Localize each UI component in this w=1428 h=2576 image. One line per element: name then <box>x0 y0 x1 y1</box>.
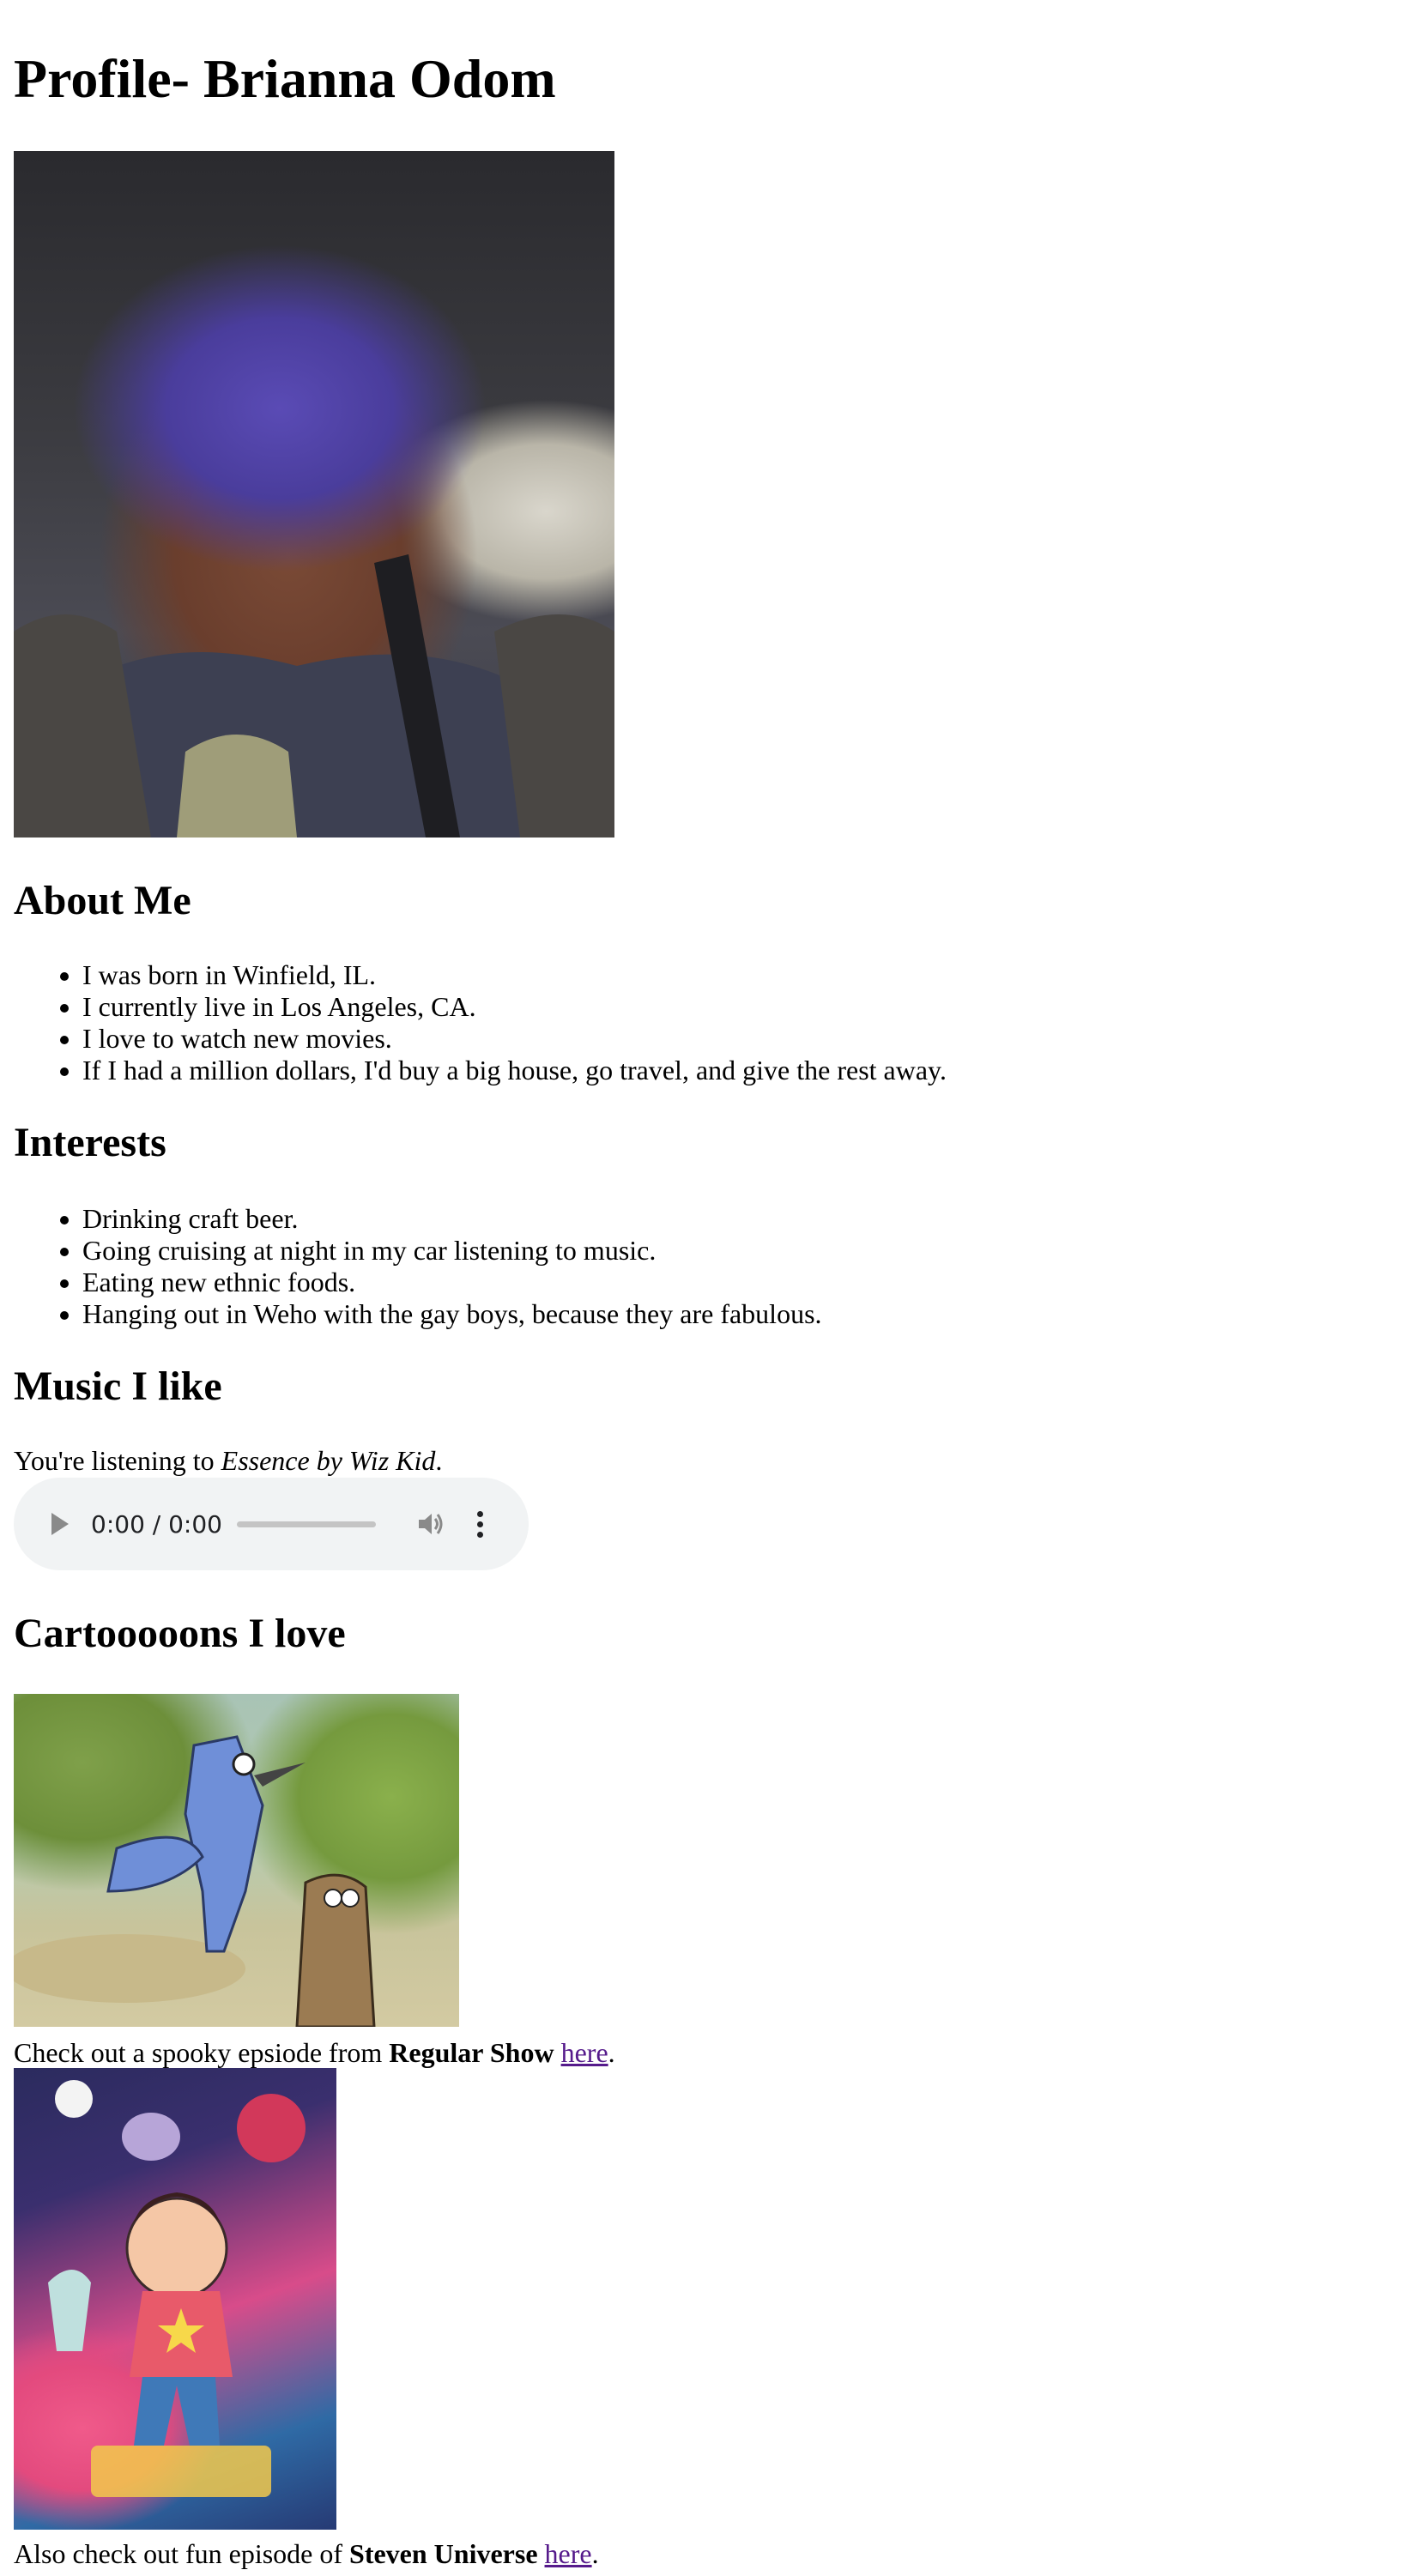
list-item: Going cruising at night in my car listen… <box>82 1235 822 1267</box>
more-options-icon[interactable] <box>477 1510 484 1538</box>
regular-show-caption: Check out a spooky epsiode from Regular … <box>14 2037 615 2069</box>
now-playing-prefix: You're listening to <box>14 1445 221 1476</box>
regular-show-image <box>14 1694 459 2027</box>
steven-universe-caption: Also check out fun episode of Steven Uni… <box>14 2538 599 2570</box>
volume-icon[interactable] <box>415 1509 445 1539</box>
now-playing-suffix: . <box>435 1445 443 1476</box>
caption-suffix: . <box>608 2037 615 2068</box>
steven-universe-image <box>14 2068 336 2530</box>
list-item: Drinking craft beer. <box>82 1203 822 1235</box>
regular-show-link[interactable]: here <box>561 2037 608 2068</box>
list-item: Eating new ethnic foods. <box>82 1267 822 1298</box>
caption-prefix: Also check out fun episode of <box>14 2538 350 2569</box>
about-heading: About Me <box>14 878 191 923</box>
song-title: Essence by Wiz Kid <box>221 1445 436 1476</box>
about-list: I was born in Winfield, IL. I currently … <box>14 959 947 1086</box>
now-playing-text: You're listening to Essence by Wiz Kid. <box>14 1445 442 1477</box>
interests-heading: Interests <box>14 1120 166 1165</box>
list-item: Hanging out in Weho with the gay boys, b… <box>82 1298 822 1330</box>
caption-suffix: . <box>591 2538 599 2569</box>
steven-universe-link[interactable]: here <box>545 2538 592 2569</box>
play-icon[interactable] <box>51 1513 69 1535</box>
show-name: Regular Show <box>389 2037 554 2068</box>
list-item: If I had a million dollars, I'd buy a bi… <box>82 1055 947 1086</box>
list-item: I currently live in Los Angeles, CA. <box>82 991 947 1023</box>
music-heading: Music I like <box>14 1364 222 1409</box>
caption-prefix: Check out a spooky epsiode from <box>14 2037 390 2068</box>
show-name: Steven Universe <box>349 2538 538 2569</box>
list-item: I love to watch new movies. <box>82 1023 947 1055</box>
list-item: I was born in Winfield, IL. <box>82 959 947 991</box>
profile-photo <box>14 151 614 838</box>
cartoons-heading: Cartooooons I love <box>14 1611 346 1656</box>
audio-time: 0:00 / 0:00 <box>91 1509 222 1539</box>
audio-progress-slider[interactable] <box>237 1521 376 1527</box>
audio-player[interactable]: 0:00 / 0:00 <box>14 1478 529 1570</box>
interests-list: Drinking craft beer. Going cruising at n… <box>14 1203 822 1330</box>
page-title: Profile- Brianna Odom <box>14 48 556 109</box>
